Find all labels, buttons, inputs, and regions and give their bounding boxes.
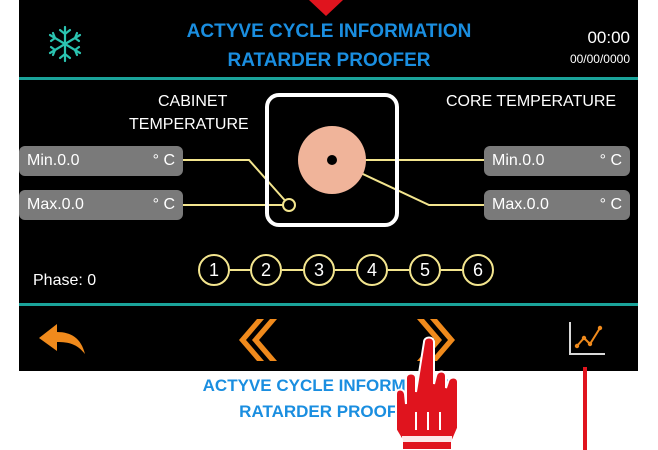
double-chevron-left-icon (239, 319, 277, 361)
caption-title-line1: ACTYVE CYCLE INFORMATION (202, 376, 458, 395)
chart-button[interactable] (567, 320, 607, 356)
chart-icon (569, 322, 605, 355)
chart-pointer-line (583, 367, 587, 450)
footer-divider (19, 303, 638, 306)
phase-step-6[interactable]: 6 (462, 254, 494, 286)
hand-pointer-icon (395, 336, 459, 450)
caption-title-line2: RATARDER PROOFER (239, 402, 421, 421)
indicator-marker-icon (309, 0, 343, 16)
phase-step-1[interactable]: 1 (198, 254, 230, 286)
phase-step-5[interactable]: 5 (409, 254, 441, 286)
back-button[interactable] (37, 320, 89, 360)
previous-button[interactable] (237, 317, 277, 363)
back-arrow-icon (39, 324, 85, 354)
phase-step-4[interactable]: 4 (356, 254, 388, 286)
phase-connectors (230, 269, 462, 271)
phase-step-2[interactable]: 2 (250, 254, 282, 286)
hmi-screen: ACTYVE CYCLE INFORMATION RATARDER PROOFE… (19, 0, 638, 371)
phase-step-3[interactable]: 3 (303, 254, 335, 286)
